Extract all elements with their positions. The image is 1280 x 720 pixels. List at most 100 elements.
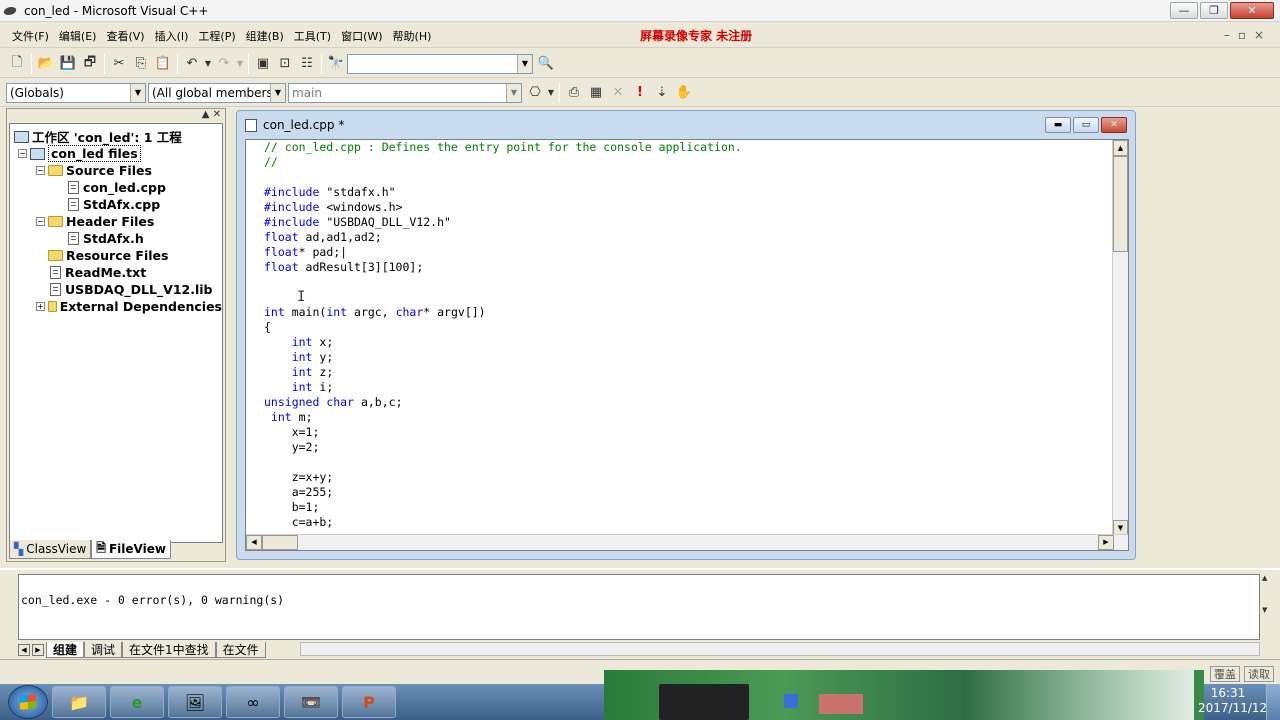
expand-icon[interactable]: +: [36, 302, 45, 311]
tree-external-dependencies[interactable]: + External Dependencies: [14, 298, 222, 315]
code-line[interactable]: y=2;: [264, 440, 742, 455]
chevron-down-icon[interactable]: ▼: [517, 54, 532, 73]
tree-source-files[interactable]: − Source Files: [14, 162, 222, 179]
function-combo[interactable]: main ▼: [288, 82, 522, 103]
save-all-icon[interactable]: 🗗: [79, 53, 101, 75]
tree-workspace-root[interactable]: 工作区 'con_led': 1 工程: [14, 128, 222, 145]
collapse-icon[interactable]: −: [36, 166, 45, 175]
execute-icon[interactable]: !: [629, 82, 651, 104]
menu-tools[interactable]: 工具(T): [290, 28, 335, 44]
output-window-icon[interactable]: ⊡: [274, 53, 296, 75]
code-line[interactable]: int x;: [264, 335, 742, 350]
editor-maximize-button[interactable]: ▭: [1073, 117, 1099, 133]
stop-build-icon[interactable]: ✕: [607, 82, 629, 104]
system-clock[interactable]: 16:31 2017/11/12: [1198, 686, 1267, 718]
tab-find-in-files-1[interactable]: 在文件1中查找: [122, 642, 216, 658]
menu-insert[interactable]: 插入(I): [151, 28, 193, 44]
tab-fileview[interactable]: 🗎 FileView: [91, 540, 171, 559]
start-button[interactable]: [8, 685, 48, 719]
code-line[interactable]: x=1;: [264, 425, 742, 440]
code-line[interactable]: int z;: [264, 365, 742, 380]
output-vertical-scrollbar[interactable]: ▲ ▼: [1262, 574, 1276, 656]
code-line[interactable]: #include <windows.h>: [264, 200, 742, 215]
code-line[interactable]: // con_led.cpp : Defines the entry point…: [264, 140, 742, 155]
editor-close-button[interactable]: ✕: [1101, 117, 1127, 133]
mdi-window-buttons[interactable]: –▫×: [1224, 28, 1272, 42]
tree-resource-files[interactable]: Resource Files: [14, 247, 222, 264]
new-file-icon[interactable]: 🗋: [6, 53, 28, 75]
chevron-down-icon[interactable]: ▼: [506, 83, 521, 102]
scroll-thumb[interactable]: [262, 535, 298, 550]
compile-icon[interactable]: ⎙: [563, 82, 585, 104]
collapse-icon[interactable]: −: [36, 217, 45, 226]
show-desktop-button[interactable]: [1266, 684, 1280, 720]
explorer-icon[interactable]: 📁: [52, 686, 106, 718]
output-text-area[interactable]: con_led.exe - 0 error(s), 0 warning(s): [18, 574, 1260, 640]
vertical-scrollbar[interactable]: ▲ ▼: [1112, 140, 1128, 536]
code-line[interactable]: float* pad;|: [264, 245, 742, 260]
redo-icon[interactable]: ↷: [213, 53, 235, 75]
code-line[interactable]: z=x+y;: [264, 470, 742, 485]
tree-file-stdafx-h[interactable]: StdAfx.h: [14, 230, 222, 247]
undo-dropdown-icon[interactable]: ▼: [203, 53, 213, 75]
scroll-left-icon[interactable]: ◀: [246, 535, 262, 550]
tab-build[interactable]: 组建: [46, 642, 85, 658]
code-editor[interactable]: // con_led.cpp : Defines the entry point…: [245, 139, 1129, 551]
horizontal-scrollbar[interactable]: ◀ ▶: [246, 534, 1128, 550]
save-icon[interactable]: 💾: [57, 53, 79, 75]
wizard-action-icon[interactable]: ⎔: [524, 82, 546, 104]
minimize-button[interactable]: —: [1170, 2, 1198, 19]
source-code[interactable]: // con_led.cpp : Defines the entry point…: [264, 140, 742, 530]
code-line[interactable]: [264, 455, 742, 470]
editor-minimize-button[interactable]: ▬: [1045, 117, 1071, 133]
code-line[interactable]: {: [264, 320, 742, 335]
globals-combo[interactable]: (Globals) ▼: [6, 82, 146, 103]
maximize-button[interactable]: ❐: [1200, 2, 1228, 19]
menu-view[interactable]: 查看(V): [102, 28, 148, 44]
code-line[interactable]: int i;: [264, 380, 742, 395]
tab-next-icon[interactable]: ▶: [32, 644, 44, 656]
menu-project[interactable]: 工程(P): [194, 28, 239, 44]
menu-edit[interactable]: 编辑(E): [55, 28, 101, 44]
code-line[interactable]: [264, 290, 742, 305]
scroll-right-icon[interactable]: ▶: [1098, 535, 1114, 550]
close-button[interactable]: ✕: [1230, 2, 1274, 19]
scroll-up-icon[interactable]: ▲: [1113, 140, 1128, 156]
chevron-down-icon[interactable]: ▼: [130, 83, 145, 102]
scroll-thumb[interactable]: [1113, 156, 1128, 252]
code-line[interactable]: float adResult[3][100];: [264, 260, 742, 275]
code-line[interactable]: int y;: [264, 350, 742, 365]
tab-debug[interactable]: 调试: [84, 642, 123, 658]
image-viewer-icon[interactable]: 🖼: [168, 686, 222, 718]
tree-project[interactable]: − con_led files: [14, 145, 222, 162]
code-line[interactable]: #include "USBDAQ_DLL_V12.h": [264, 215, 742, 230]
tree-file-readme[interactable]: ReadMe.txt: [14, 264, 222, 281]
workspace-window-icon[interactable]: ▣: [252, 53, 274, 75]
go-icon[interactable]: ⇣: [651, 82, 673, 104]
find-combo[interactable]: ▼: [347, 53, 533, 74]
tree-file-lib[interactable]: USBDAQ_DLL_V12.lib: [14, 281, 222, 298]
members-combo[interactable]: (All global members ▼: [148, 82, 286, 103]
build-icon[interactable]: ▦: [585, 82, 607, 104]
paste-icon[interactable]: 📋: [152, 53, 174, 75]
copy-icon[interactable]: ⎘: [130, 53, 152, 75]
find-icon[interactable]: 🔍: [535, 53, 557, 75]
menu-help[interactable]: 帮助(H): [389, 28, 436, 44]
menu-build[interactable]: 组建(B): [242, 28, 288, 44]
wizard-dropdown-icon[interactable]: ▼: [546, 82, 556, 104]
code-line[interactable]: b=1;: [264, 500, 742, 515]
tab-classview[interactable]: ▚ ClassView: [9, 540, 92, 559]
code-line[interactable]: a=255;: [264, 485, 742, 500]
visual-cpp-taskbar-icon[interactable]: ∞: [226, 686, 280, 718]
tab-find-in-files-2[interactable]: 在文件: [215, 642, 266, 658]
tree-file-con-led-cpp[interactable]: con_led.cpp: [14, 179, 222, 196]
code-line[interactable]: [264, 170, 742, 185]
code-line[interactable]: float ad,ad1,ad2;: [264, 230, 742, 245]
code-line[interactable]: //: [264, 155, 742, 170]
code-line[interactable]: unsigned char a,b,c;: [264, 395, 742, 410]
find-in-files-icon[interactable]: 🔭: [325, 53, 347, 75]
chevron-down-icon[interactable]: ▼: [270, 83, 285, 102]
internet-explorer-icon[interactable]: e: [110, 686, 164, 718]
tree-header-files[interactable]: − Header Files: [14, 213, 222, 230]
tree-file-stdafx-cpp[interactable]: StdAfx.cpp: [14, 196, 222, 213]
